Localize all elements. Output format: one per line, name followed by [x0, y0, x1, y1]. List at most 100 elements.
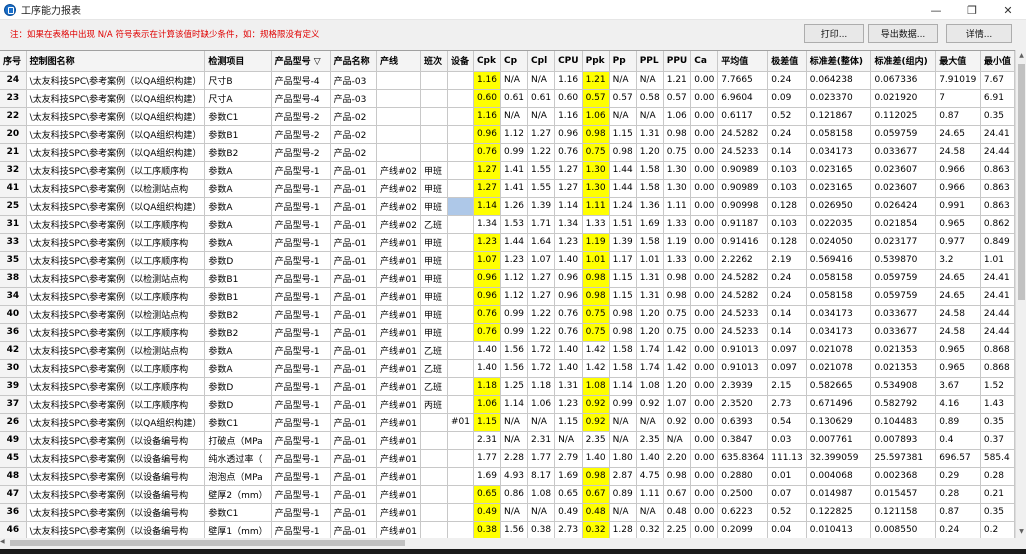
table-cell[interactable]: 0.14 [767, 143, 807, 162]
table-cell[interactable]: 1.18 [473, 377, 501, 396]
table-cell[interactable]: 0.3847 [717, 431, 769, 450]
table-cell[interactable]: 0.98 [609, 305, 637, 324]
table-cell[interactable]: 0.128 [767, 197, 807, 216]
table-cell[interactable]: \太友科技SPC\参考案例（以QA组织构建） [26, 197, 206, 216]
table-cell[interactable]: 打破点（MPa [204, 431, 272, 450]
table-cell[interactable]: 0.49 [473, 503, 501, 522]
row-index[interactable]: 45 [0, 449, 27, 468]
table-cell[interactable]: 参数A [204, 179, 272, 198]
table-row[interactable]: 36 \太友科技SPC\参考案例（以设备编号构 参数C1 产品型号-1 产品-01 产线#… [0, 503, 1015, 522]
table-cell[interactable]: 产品型号-1 [271, 269, 331, 288]
table-cell[interactable]: 甲班 [420, 179, 448, 198]
table-cell[interactable]: 1.56 [500, 359, 529, 378]
table-cell[interactable]: 壁厚2（mm） [204, 485, 272, 504]
table-cell[interactable]: 0.00 [690, 467, 719, 486]
table-cell[interactable] [447, 179, 474, 198]
table-cell[interactable]: 0.24 [767, 269, 807, 288]
table-cell[interactable]: 0.76 [554, 323, 583, 342]
table-cell[interactable]: 1.58 [636, 161, 664, 180]
table-cell[interactable]: 0.98 [663, 125, 692, 144]
table-cell[interactable]: 1.34 [473, 215, 501, 234]
table-cell[interactable]: 0.026950 [806, 197, 872, 216]
table-row[interactable]: 42 \太友科技SPC\参考案例（以检测站点构 参数A 产品型号-1 产品-01 产线#0… [0, 341, 1015, 360]
table-cell[interactable]: 32.399059 [806, 449, 872, 468]
table-cell[interactable]: 产品型号-1 [271, 179, 331, 198]
table-cell[interactable]: 25.597381 [870, 449, 937, 468]
table-cell[interactable]: 尺寸A [204, 89, 272, 108]
table-cell[interactable]: 2.31 [473, 431, 501, 450]
table-cell[interactable]: 0.99 [500, 323, 529, 342]
table-cell[interactable]: 1.12 [500, 125, 529, 144]
table-cell[interactable]: 产品-01 [330, 305, 377, 324]
table-cell[interactable]: 0.00 [690, 341, 719, 360]
table-cell[interactable]: 2.20 [663, 449, 692, 468]
table-cell[interactable]: 0.99 [609, 395, 637, 414]
table-cell[interactable] [447, 341, 474, 360]
table-cell[interactable]: 1.55 [527, 161, 556, 180]
horizontal-scroll-thumb[interactable] [10, 540, 405, 546]
table-cell[interactable]: 1.40 [554, 359, 583, 378]
table-cell[interactable]: 2.28 [500, 449, 529, 468]
restore-icon[interactable]: ❐ [954, 0, 990, 20]
table-cell[interactable]: 1.21 [582, 71, 610, 90]
table-cell[interactable]: 1.31 [636, 287, 664, 306]
table-cell[interactable]: 24.65 [935, 269, 981, 288]
table-cell[interactable]: 2.79 [554, 449, 583, 468]
table-cell[interactable]: 0.00 [690, 305, 719, 324]
table-cell[interactable]: 2.31 [527, 431, 556, 450]
table-cell[interactable]: 2.35 [582, 431, 610, 450]
table-cell[interactable]: N/A [636, 71, 664, 90]
table-cell[interactable] [420, 107, 448, 126]
table-cell[interactable]: 产线#01 [376, 521, 421, 538]
table-cell[interactable]: 0.103 [767, 161, 807, 180]
table-cell[interactable]: 0.24 [767, 71, 807, 90]
table-cell[interactable]: 0.00 [690, 215, 719, 234]
table-cell[interactable]: 0.90998 [717, 197, 769, 216]
export-data-button[interactable]: 导出数据... [868, 24, 938, 43]
table-cell[interactable]: 0.76 [473, 143, 501, 162]
table-cell[interactable]: 乙班 [420, 215, 448, 234]
table-cell[interactable]: 1.44 [609, 161, 637, 180]
table-cell[interactable]: \太友科技SPC\参考案例（以QA组织构建） [26, 89, 206, 108]
table-cell[interactable]: 0.01 [767, 467, 807, 486]
table-cell[interactable]: 1.01 [636, 251, 664, 270]
table-cell[interactable]: 1.30 [582, 161, 610, 180]
table-cell[interactable]: 0.89 [935, 413, 981, 432]
table-cell[interactable]: 0.121867 [806, 107, 872, 126]
table-cell[interactable]: 产品型号-1 [271, 521, 331, 538]
table-cell[interactable]: 产线#02 [376, 215, 421, 234]
table-cell[interactable]: 乙班 [420, 377, 448, 396]
table-cell[interactable]: 产品-01 [330, 179, 377, 198]
table-cell[interactable]: 产线#01 [376, 449, 421, 468]
table-cell[interactable]: 产品-01 [330, 215, 377, 234]
column-header[interactable]: 标准差(整体) [806, 51, 872, 72]
table-cell[interactable]: 0.058158 [806, 269, 872, 288]
table-cell[interactable]: 1.69 [636, 215, 664, 234]
table-cell[interactable]: 0.00 [690, 71, 719, 90]
row-index[interactable]: 46 [0, 521, 27, 538]
table-cell[interactable]: 产品-01 [330, 503, 377, 522]
table-cell[interactable]: 1.12 [500, 287, 529, 306]
table-cell[interactable]: \太友科技SPC\参考案例（以工序顺序构 [26, 395, 206, 414]
table-cell[interactable]: 1.56 [500, 521, 529, 538]
table-cell[interactable]: 0.023165 [806, 179, 872, 198]
table-cell[interactable]: 0.28 [935, 485, 981, 504]
row-index[interactable]: 38 [0, 269, 27, 288]
table-cell[interactable]: 产品-01 [330, 485, 377, 504]
table-cell[interactable]: \太友科技SPC\参考案例（以检测站点构 [26, 305, 206, 324]
table-cell[interactable]: 1.08 [582, 377, 610, 396]
table-cell[interactable]: 0.021353 [870, 359, 937, 378]
table-cell[interactable]: 1.40 [636, 449, 664, 468]
table-cell[interactable]: 产线#01 [376, 323, 421, 342]
table-cell[interactable]: 参数D [204, 251, 272, 270]
table-cell[interactable]: 产品型号-4 [271, 71, 331, 90]
table-cell[interactable]: 产线#01 [376, 467, 421, 486]
table-cell[interactable] [447, 521, 474, 538]
table-cell[interactable]: 0.24 [767, 125, 807, 144]
table-cell[interactable]: \太友科技SPC\参考案例（以工序顺序构 [26, 377, 206, 396]
table-cell[interactable]: N/A [527, 413, 556, 432]
column-header[interactable]: Cpk [473, 51, 501, 72]
table-cell[interactable]: 1.14 [500, 395, 529, 414]
table-cell[interactable]: 1.43 [980, 395, 1015, 414]
table-cell[interactable]: 3.2 [935, 251, 981, 270]
